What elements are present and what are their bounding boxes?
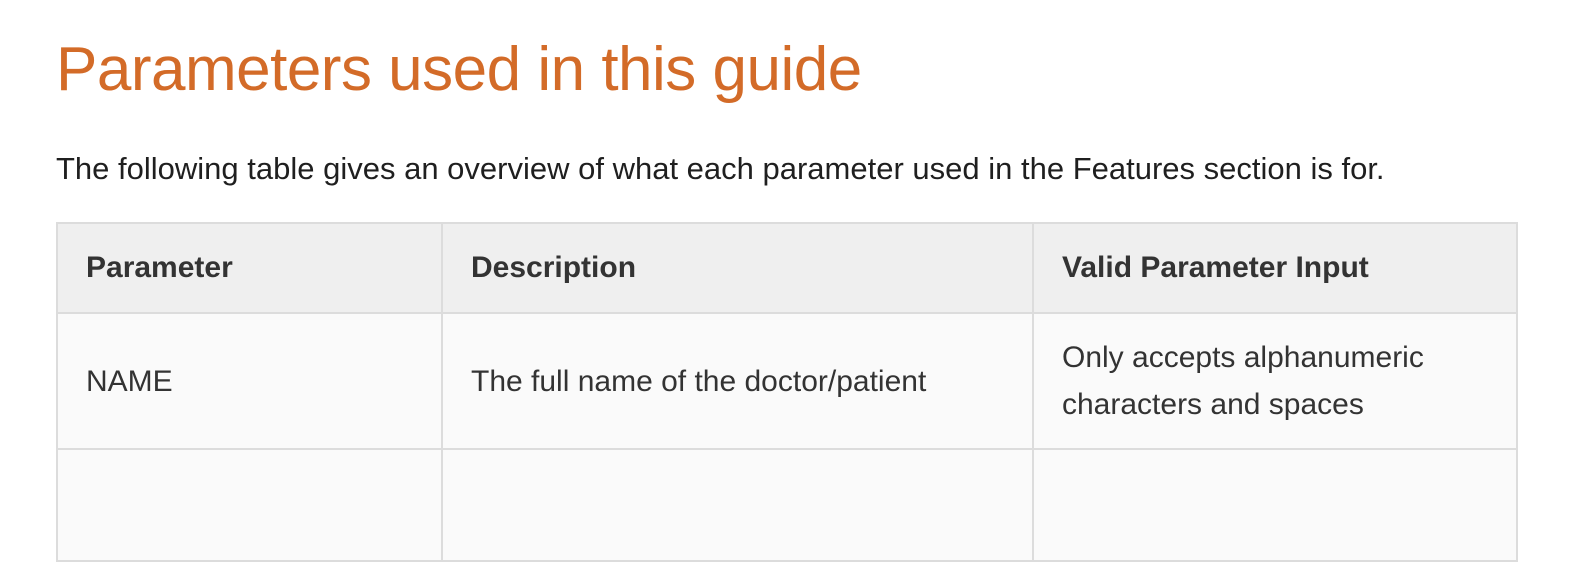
column-header-valid-input: Valid Parameter Input xyxy=(1032,222,1518,314)
intro-paragraph: The following table gives an overview of… xyxy=(56,151,1385,186)
cell-parameter xyxy=(56,448,443,562)
cell-description xyxy=(441,448,1034,562)
column-header-description: Description xyxy=(441,222,1034,314)
page-title: Parameters used in this guide xyxy=(56,35,862,104)
parameters-table: Parameter Description Valid Parameter In… xyxy=(56,222,1518,562)
column-header-parameter: Parameter xyxy=(56,222,443,314)
cell-description: The full name of the doctor/patient xyxy=(441,312,1034,450)
cell-parameter: NAME xyxy=(56,312,443,450)
cell-valid-input: Only accepts alphanumeric characters and… xyxy=(1032,312,1518,450)
table-header-row: Parameter Description Valid Parameter In… xyxy=(56,222,1518,314)
cell-valid-input xyxy=(1032,448,1518,562)
table-row xyxy=(56,448,1518,562)
table-row: NAME The full name of the doctor/patient… xyxy=(56,312,1518,450)
